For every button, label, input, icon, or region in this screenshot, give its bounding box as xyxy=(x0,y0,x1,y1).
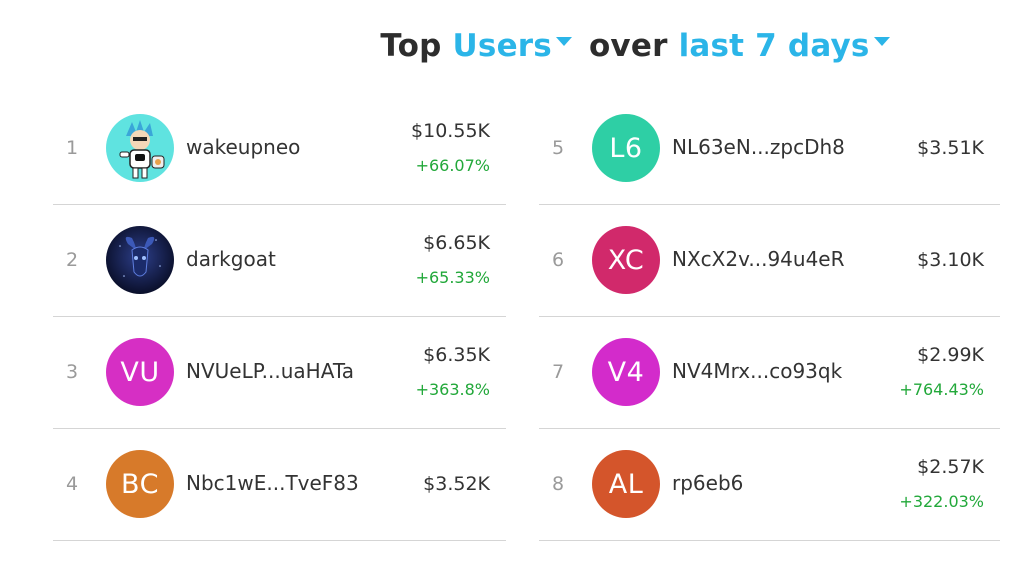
rank-number: 7 xyxy=(552,361,565,383)
metric-chevron-down-icon[interactable] xyxy=(555,37,572,46)
robot-avatar-icon[interactable] xyxy=(106,114,174,182)
avatar[interactable]: V4 xyxy=(592,338,660,406)
leaderboard-column-left: 1 wakeupneo $10.55K +66.07% 2 darkgoat $6.65K +… xyxy=(53,93,506,541)
value-change: +764.43% xyxy=(899,380,984,399)
avatar-initials: AL xyxy=(608,468,644,500)
avatar[interactable]: VU xyxy=(106,338,174,406)
avatar-initials: XC xyxy=(607,244,645,276)
user-name[interactable]: wakeupneo xyxy=(186,135,300,159)
leaderboard-row[interactable]: 8 AL rp6eb6 $2.57K +322.03% xyxy=(539,429,1000,541)
avatar[interactable]: XC xyxy=(592,226,660,294)
leaderboard-row[interactable]: 2 darkgoat $6.65K +65.33% xyxy=(53,205,506,317)
user-value: $10.55K xyxy=(411,120,490,142)
leaderboard-row[interactable]: 1 wakeupneo $10.55K +66.07% xyxy=(53,93,506,205)
title-prefix: Top xyxy=(380,28,442,64)
avatar[interactable]: L6 xyxy=(592,114,660,182)
avatar[interactable]: BC xyxy=(106,450,174,518)
leaderboard-column-right: 5 L6 NL63eN...zpcDh8 $3.51K 6 XC NXcX2v...94u4… xyxy=(539,93,1000,541)
avatar-initials: VU xyxy=(120,356,160,388)
leaderboard-row[interactable]: 6 XC NXcX2v...94u4eR $3.10K xyxy=(539,205,1000,317)
rank-number: 8 xyxy=(552,473,565,495)
value-change: +66.07% xyxy=(415,156,490,175)
avatar-initials: L6 xyxy=(609,132,643,164)
user-value: $3.10K xyxy=(917,249,984,271)
rank-number: 1 xyxy=(66,137,79,159)
user-value: $6.35K xyxy=(423,344,490,366)
title-middle: over xyxy=(588,28,668,64)
user-value: $2.57K xyxy=(917,456,984,478)
user-name[interactable]: NXcX2v...94u4eR xyxy=(672,247,845,271)
user-value: $6.65K xyxy=(423,232,490,254)
leaderboard-row[interactable]: 7 V4 NV4Mrx...co93qk $2.99K +764.43% xyxy=(539,317,1000,429)
value-change: +322.03% xyxy=(899,492,984,511)
goat-avatar-icon[interactable] xyxy=(106,226,174,294)
rank-number: 6 xyxy=(552,249,565,271)
avatar[interactable]: AL xyxy=(592,450,660,518)
user-name[interactable]: rp6eb6 xyxy=(672,471,743,495)
leaderboard-row[interactable]: 3 VU NVUeLP...uaHATa $6.35K +363.8% xyxy=(53,317,506,429)
metric-dropdown[interactable]: Users xyxy=(453,28,552,64)
value-change: +65.33% xyxy=(415,268,490,287)
rank-number: 4 xyxy=(66,473,79,495)
period-dropdown[interactable]: last 7 days xyxy=(679,28,870,64)
avatar-initials: V4 xyxy=(607,356,645,388)
rank-number: 3 xyxy=(66,361,79,383)
user-value: $2.99K xyxy=(917,344,984,366)
user-value: $3.52K xyxy=(423,473,490,495)
user-name[interactable]: darkgoat xyxy=(186,247,276,271)
leaderboard-row[interactable]: 4 BC Nbc1wE...TveF83 $3.52K xyxy=(53,429,506,541)
leaderboard-row[interactable]: 5 L6 NL63eN...zpcDh8 $3.51K xyxy=(539,93,1000,205)
avatar-initials: BC xyxy=(121,468,159,500)
rank-number: 2 xyxy=(66,249,79,271)
user-name[interactable]: NVUeLP...uaHATa xyxy=(186,359,354,383)
user-name[interactable]: NV4Mrx...co93qk xyxy=(672,359,842,383)
rank-number: 5 xyxy=(552,137,565,159)
user-value: $3.51K xyxy=(917,137,984,159)
value-change: +363.8% xyxy=(415,380,490,399)
period-chevron-down-icon[interactable] xyxy=(873,37,890,46)
user-name[interactable]: NL63eN...zpcDh8 xyxy=(672,135,845,159)
user-name[interactable]: Nbc1wE...TveF83 xyxy=(186,471,359,495)
leaderboard-title: Top Users over last 7 days xyxy=(0,28,1024,64)
